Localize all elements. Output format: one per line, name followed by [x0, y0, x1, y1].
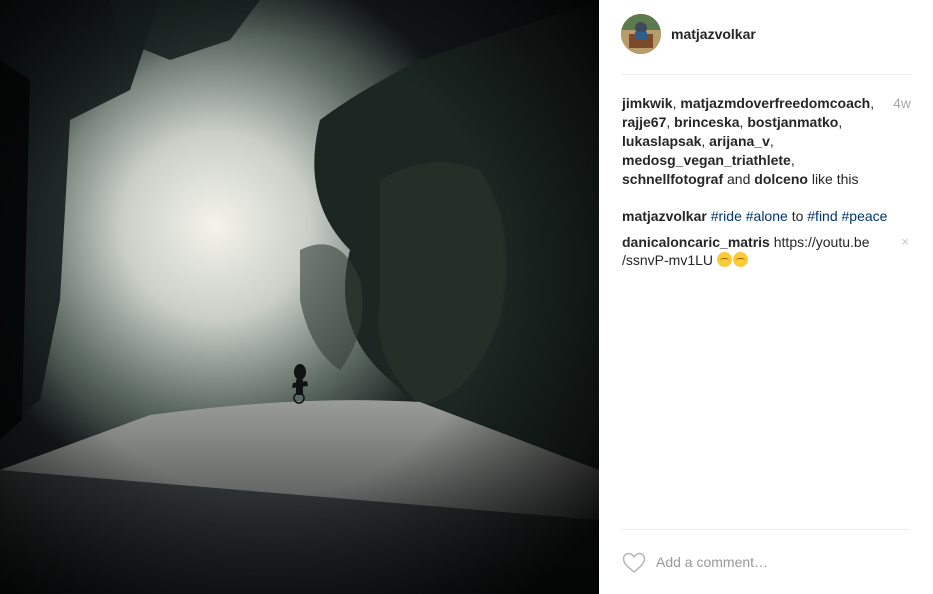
- caption-to-text: to: [791, 208, 804, 224]
- avatar-image: [621, 14, 661, 54]
- like-heart-icon[interactable]: [622, 552, 646, 574]
- post-footer: [622, 529, 910, 594]
- avatar[interactable]: [621, 14, 661, 54]
- post-photo[interactable]: [0, 0, 599, 594]
- likes-suffix-text: like this: [811, 171, 859, 187]
- add-comment-input[interactable]: [656, 554, 896, 570]
- relieved-face-emoji-icon: [732, 252, 748, 267]
- liker-link[interactable]: schnellfotograf: [622, 171, 723, 187]
- comment-item: danicaloncaric_matris https://youtu.be /…: [622, 233, 882, 269]
- post-timestamp[interactable]: 4w: [893, 95, 911, 111]
- comment-author-link[interactable]: danicaloncaric_matris: [622, 234, 770, 250]
- author-username-link[interactable]: matjazvolkar: [671, 26, 756, 42]
- liker-link[interactable]: matjazmdoverfreedomcoach: [680, 95, 870, 111]
- delete-comment-button[interactable]: ×: [901, 234, 909, 249]
- liker-link[interactable]: jimkwik: [622, 95, 673, 111]
- hashtag-peace[interactable]: #peace: [842, 208, 888, 224]
- relieved-face-emoji-icon: [716, 252, 732, 267]
- cyclist-forest-photo: [0, 0, 599, 594]
- post-header: matjazvolkar: [621, 14, 911, 75]
- post-details-panel: matjazvolkar 4w jimkwik, matjazmdoverfre…: [599, 0, 933, 594]
- likes-and-text: and: [727, 171, 751, 187]
- liker-link[interactable]: brinceska: [674, 114, 739, 130]
- hashtag-alone[interactable]: #alone: [746, 208, 788, 224]
- likes-list: jimkwik, matjazmdoverfreedomcoach, rajje…: [622, 95, 875, 187]
- hashtag-ride[interactable]: #ride: [711, 208, 742, 224]
- liker-link[interactable]: lukaslapsak: [622, 133, 701, 149]
- liker-link[interactable]: dolceno: [754, 171, 808, 187]
- liker-link[interactable]: rajje67: [622, 114, 666, 130]
- post-caption: matjazvolkar #ride #alone to #find #peac…: [622, 207, 892, 226]
- liker-link[interactable]: bostjanmatko: [747, 114, 838, 130]
- liker-link[interactable]: medosg_vegan_triathlete: [622, 152, 791, 168]
- caption-author-link[interactable]: matjazvolkar: [622, 208, 707, 224]
- heart-outline-icon: [622, 552, 646, 573]
- liker-link[interactable]: arijana_v: [709, 133, 770, 149]
- hashtag-find[interactable]: #find: [807, 208, 837, 224]
